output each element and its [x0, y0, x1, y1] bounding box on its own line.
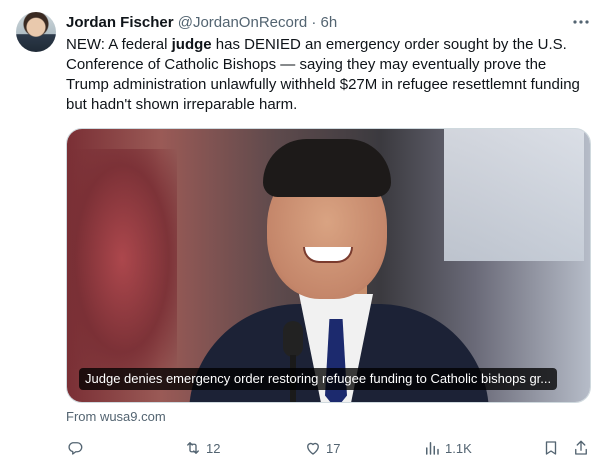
- microphone-shape: [283, 321, 303, 357]
- timestamp[interactable]: 6h: [321, 14, 338, 31]
- more-icon[interactable]: [571, 12, 591, 32]
- retweet-button[interactable]: 12: [184, 437, 220, 459]
- views-count: 1.1K: [445, 440, 472, 456]
- like-icon: [307, 442, 319, 455]
- share-icon: [575, 440, 587, 455]
- author-name[interactable]: Jordan Fischer: [66, 14, 174, 31]
- retweet-count: 12: [206, 440, 221, 456]
- tweet-header: Jordan Fischer @JordanOnRecord · 6h: [66, 13, 337, 33]
- reply-button[interactable]: [66, 437, 88, 459]
- action-bar: 12 17 1.1K: [66, 437, 591, 459]
- bookmark-icon: [545, 441, 557, 455]
- like-button[interactable]: 17: [304, 437, 340, 459]
- retweet-icon: [187, 442, 199, 454]
- avatar[interactable]: [16, 12, 56, 52]
- like-count: 17: [326, 440, 341, 456]
- background-sign: [444, 129, 584, 261]
- hair-shape: [263, 139, 391, 197]
- reply-icon: [68, 442, 83, 455]
- card-caption[interactable]: Judge denies emergency order restoring r…: [79, 368, 558, 390]
- views-icon: [426, 442, 439, 455]
- tweet-text: NEW: A federal judge has DENIED an emerg…: [66, 35, 591, 115]
- background-blur: [67, 149, 177, 369]
- link-card[interactable]: Judge denies emergency order restoring r…: [66, 128, 591, 403]
- tweet-text-bold: judge: [171, 36, 212, 53]
- card-source[interactable]: From wusa9.com: [66, 409, 166, 424]
- tweet-text-before: NEW: A federal: [66, 36, 172, 53]
- views-button[interactable]: 1.1K: [423, 437, 472, 459]
- author-handle[interactable]: @JordanOnRecord: [178, 14, 307, 31]
- bookmark-button[interactable]: [542, 437, 560, 459]
- separator: ·: [311, 14, 317, 31]
- share-button[interactable]: [572, 437, 590, 459]
